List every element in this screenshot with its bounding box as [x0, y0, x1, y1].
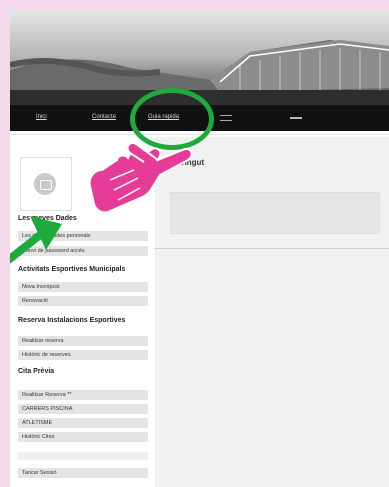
annotation-overlay [10, 142, 193, 264]
page-frame: Inici Contacte Guia rapida Les meves Dad… [10, 10, 389, 487]
green-arrow-icon [10, 216, 62, 264]
pointing-hand-icon [88, 142, 193, 214]
